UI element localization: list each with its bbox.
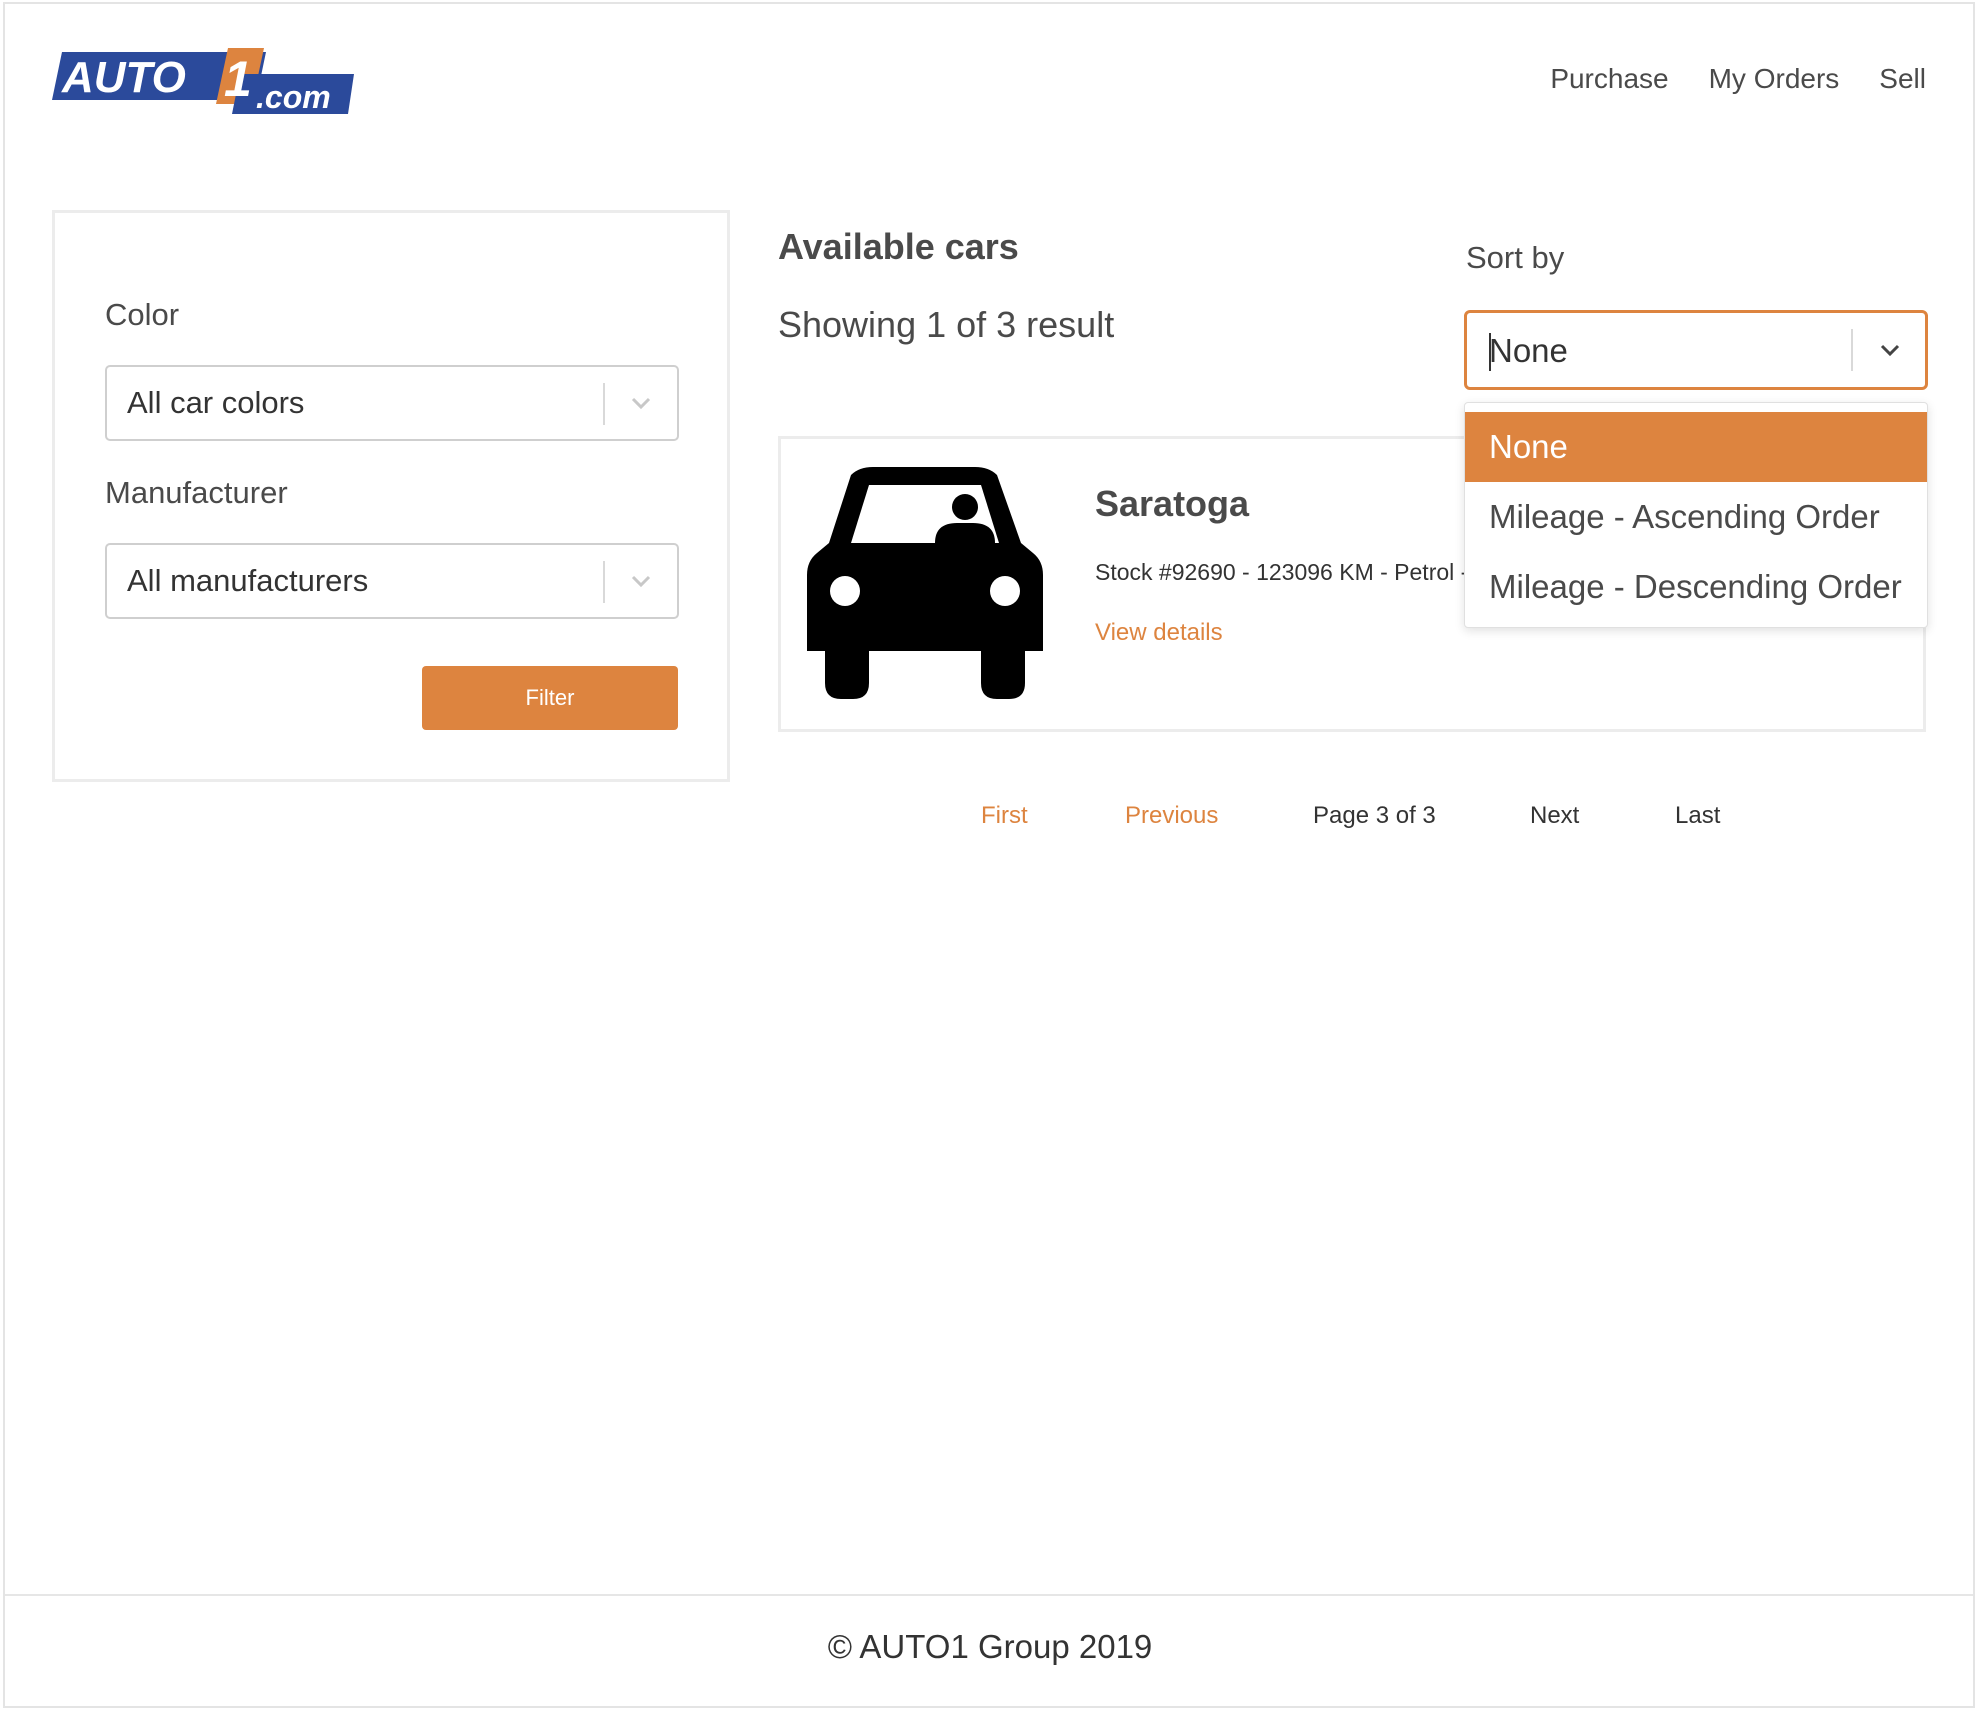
pagination-info: Page 3 of 3 xyxy=(1313,802,1436,829)
svg-text:AUTO: AUTO xyxy=(61,53,186,102)
svg-text:.com: .com xyxy=(256,79,331,115)
manufacturer-select-value: All manufacturers xyxy=(127,563,369,598)
sort-option-none[interactable]: None xyxy=(1465,412,1927,482)
sort-dropdown-menu: None Mileage - Ascending Order Mileage -… xyxy=(1464,402,1928,628)
chevron-down-icon xyxy=(631,575,651,588)
select-separator xyxy=(1851,329,1853,371)
sort-option-mileage-desc[interactable]: Mileage - Descending Order xyxy=(1465,552,1927,622)
filter-panel: Color All car colors Manufacturer All ma… xyxy=(52,210,730,782)
car-icon xyxy=(807,467,1043,699)
svg-text:1: 1 xyxy=(224,51,252,107)
result-count: Showing 1 of 3 result xyxy=(778,304,1115,345)
pagination-next[interactable]: Next xyxy=(1530,802,1579,830)
sort-select[interactable]: None xyxy=(1464,310,1928,390)
text-caret xyxy=(1489,333,1491,371)
color-select-value: All car colors xyxy=(127,385,305,420)
nav-my-orders[interactable]: My Orders xyxy=(1709,63,1840,95)
page-title: Available cars xyxy=(778,226,1019,267)
select-separator xyxy=(603,561,605,603)
sort-option-mileage-asc[interactable]: Mileage - Ascending Order xyxy=(1465,482,1927,552)
pagination-previous[interactable]: Previous xyxy=(1125,802,1218,830)
sort-label: Sort by xyxy=(1466,240,1565,275)
color-label: Color xyxy=(105,297,180,332)
car-details: Stock #92690 - 123096 KM - Petrol - Blue xyxy=(1095,559,1521,585)
select-separator xyxy=(603,383,605,425)
auto1-logo[interactable]: AUTO 1 .com xyxy=(52,48,354,116)
manufacturer-label: Manufacturer xyxy=(105,475,288,510)
chevron-down-icon xyxy=(631,397,651,410)
nav-purchase[interactable]: Purchase xyxy=(1550,63,1668,95)
nav-sell[interactable]: Sell xyxy=(1879,63,1926,95)
manufacturer-select[interactable]: All manufacturers xyxy=(105,543,679,619)
sort-select-value: None xyxy=(1489,332,1568,369)
footer-copyright: © AUTO1 Group 2019 xyxy=(827,1628,1153,1665)
filter-button[interactable]: Filter xyxy=(422,666,678,730)
top-nav: Purchase My Orders Sell xyxy=(1550,63,1926,95)
footer-divider xyxy=(5,1594,1973,1596)
car-name: Saratoga xyxy=(1095,483,1250,524)
view-details-link[interactable]: View details xyxy=(1095,619,1223,647)
pagination-first[interactable]: First xyxy=(981,802,1028,830)
color-select[interactable]: All car colors xyxy=(105,365,679,441)
chevron-down-icon xyxy=(1880,344,1900,357)
pagination-last[interactable]: Last xyxy=(1675,802,1720,830)
